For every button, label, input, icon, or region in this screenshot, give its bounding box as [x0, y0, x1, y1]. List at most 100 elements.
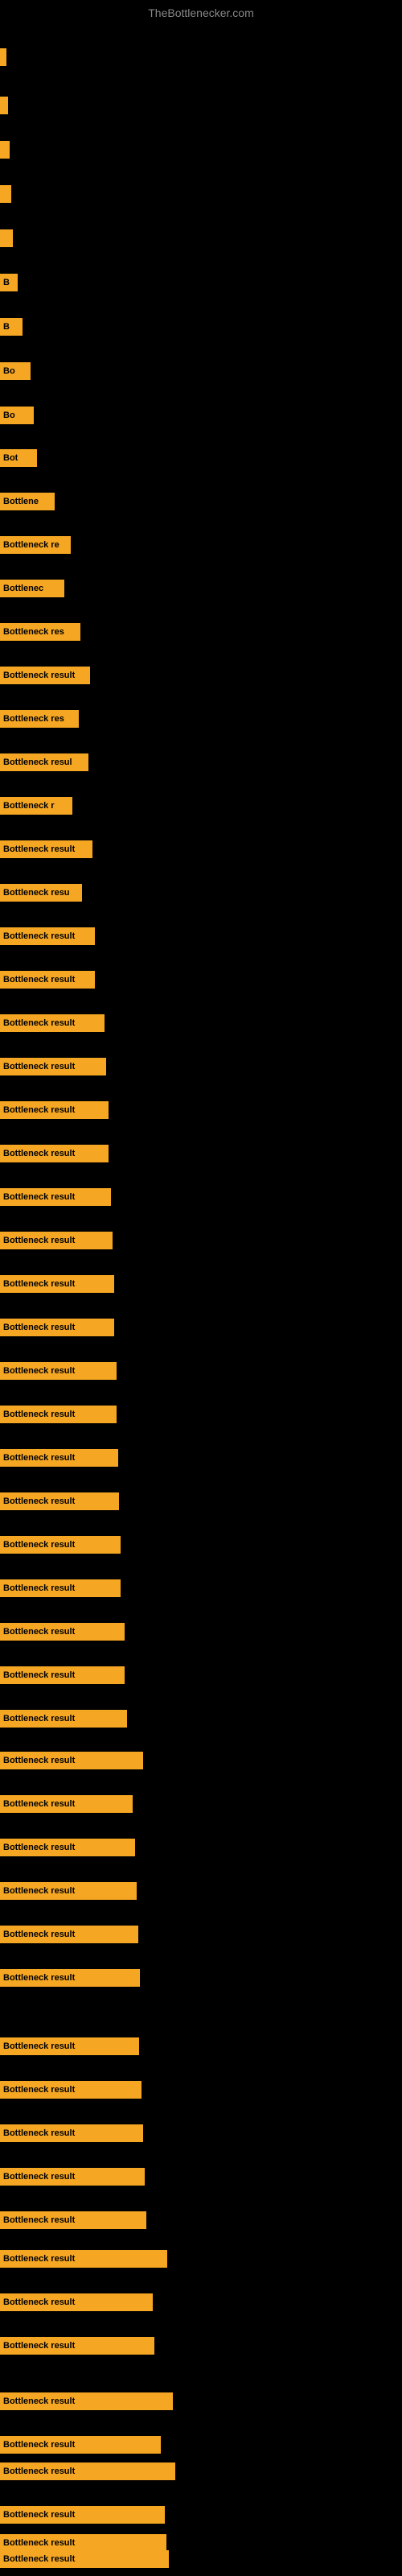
bar-label: Bottleneck result	[3, 1453, 75, 1463]
bar-label: Bottleneck result	[3, 1930, 75, 1939]
bar-label: B	[3, 278, 10, 287]
bar-item: Bottleneck result	[0, 840, 92, 858]
bar-label: Bottleneck result	[3, 2467, 75, 2476]
bar-label: Bottleneck result	[3, 1279, 75, 1289]
bar-item: Bottleneck result	[0, 1014, 105, 1032]
bar-item: Bottleneck result	[0, 1839, 135, 1856]
bar-item: Bottleneck result	[0, 1275, 114, 1293]
bar-item: Bottleneck result	[0, 2168, 145, 2186]
bar-label: Bottleneck result	[3, 1843, 75, 1852]
bar-item	[0, 229, 13, 247]
bar-item: Bottleneck result	[0, 1795, 133, 1813]
bar-item: Bottleneck result	[0, 1492, 119, 1510]
bar-label: Bottleneck result	[3, 1756, 75, 1765]
bar-item: Bottleneck resu	[0, 884, 82, 902]
bar-item: Bottleneck result	[0, 1145, 109, 1162]
bar-label: Bottleneck result	[3, 671, 75, 680]
bar-item: Bottleneck result	[0, 2392, 173, 2410]
bar-label: Bottleneck result	[3, 1062, 75, 1071]
bar-item: Bottlenec	[0, 580, 64, 597]
bar-item	[0, 97, 8, 114]
bar-item: Bottleneck result	[0, 2506, 165, 2524]
bar-item: Bottleneck res	[0, 623, 80, 641]
bar-item: Bo	[0, 362, 31, 380]
bar-item: Bottleneck result	[0, 2550, 169, 2568]
bar-label: Bottleneck result	[3, 1105, 75, 1115]
bar-label: Bottleneck result	[3, 2396, 75, 2406]
bar-label: Bottleneck result	[3, 931, 75, 941]
bar-label: Bottleneck result	[3, 1540, 75, 1550]
bar-label: Bottleneck result	[3, 1886, 75, 1896]
bar-label: Bottleneck resul	[3, 758, 72, 767]
bar-item: Bottleneck result	[0, 667, 90, 684]
bar-label: Bottleneck result	[3, 2172, 75, 2182]
bar-item: Bottleneck result	[0, 1969, 140, 1987]
bar-label: Bottleneck result	[3, 1192, 75, 1202]
bar-label: Bottleneck result	[3, 2041, 75, 2051]
bar-label: Bottleneck result	[3, 1410, 75, 1419]
bar-item: Bottleneck re	[0, 536, 71, 554]
bar-label: Bottleneck result	[3, 1627, 75, 1637]
bar-item: Bottleneck result	[0, 1319, 114, 1336]
bar-label: Bottleneck result	[3, 1366, 75, 1376]
bar-item: Bottleneck result	[0, 2037, 139, 2055]
bar-label: Bottleneck result	[3, 1714, 75, 1724]
bar-label: Bottleneck result	[3, 1583, 75, 1593]
bar-item: Bottleneck result	[0, 1188, 111, 1206]
bar-label: Bottleneck result	[3, 2341, 75, 2351]
bar-label: Bottleneck r	[3, 801, 55, 811]
bar-label: Bottleneck result	[3, 1973, 75, 1983]
bar-label: Bottleneck result	[3, 1323, 75, 1332]
bar-item: Bottleneck result	[0, 1101, 109, 1119]
bar-label: Bottleneck result	[3, 2440, 75, 2450]
bar-label: Bottleneck result	[3, 2554, 75, 2564]
bar-item: Bottleneck result	[0, 2124, 143, 2142]
bar-item: Bo	[0, 407, 34, 424]
bar-label: Bottleneck resu	[3, 888, 70, 898]
bar-item: Bot	[0, 449, 37, 467]
bar-label: Bottlenec	[3, 584, 43, 593]
bar-label: Bottleneck re	[3, 540, 59, 550]
bar-item: Bottleneck result	[0, 2211, 146, 2229]
bar-item: Bottleneck result	[0, 1710, 127, 1728]
bar-label: Bottleneck result	[3, 2538, 75, 2548]
bar-item: Bottleneck result	[0, 2081, 142, 2099]
bar-label: Bottleneck result	[3, 1670, 75, 1680]
bar-item: Bottleneck resul	[0, 753, 88, 771]
bar-item: Bottleneck result	[0, 1666, 125, 1684]
bar-label: Bottleneck res	[3, 714, 64, 724]
bar-item: Bottlene	[0, 493, 55, 510]
bar-label: Bottleneck result	[3, 2215, 75, 2225]
bar-label: Bo	[3, 411, 15, 420]
bar-item: Bottleneck result	[0, 1623, 125, 1641]
bar-item	[0, 185, 11, 203]
bar-item: Bottleneck result	[0, 1926, 138, 1943]
bar-item	[0, 48, 6, 66]
bar-item: Bottleneck result	[0, 1362, 117, 1380]
bar-item: Bottleneck result	[0, 2436, 161, 2454]
bar-label: Bottleneck result	[3, 844, 75, 854]
bar-item: B	[0, 274, 18, 291]
bar-item: Bottleneck result	[0, 927, 95, 945]
bar-label: Bottleneck result	[3, 1799, 75, 1809]
bar-item: Bottleneck result	[0, 2534, 166, 2552]
bar-item: Bottleneck result	[0, 1882, 137, 1900]
bar-label: Bottleneck result	[3, 2128, 75, 2138]
bar-label: Bottleneck result	[3, 2254, 75, 2264]
bar-item: Bottleneck result	[0, 1058, 106, 1075]
bar-item: Bottleneck result	[0, 2462, 175, 2480]
bar-item: Bottleneck result	[0, 2337, 154, 2355]
bar-label: Bo	[3, 366, 15, 376]
bar-item: Bottleneck result	[0, 2250, 167, 2268]
bar-label: Bottlene	[3, 497, 39, 506]
bar-item: B	[0, 318, 23, 336]
bar-label: Bottleneck result	[3, 2085, 75, 2095]
bar-label: B	[3, 322, 10, 332]
bar-label: Bottleneck result	[3, 1496, 75, 1506]
bar-label: Bot	[3, 453, 18, 463]
bar-label: Bottleneck res	[3, 627, 64, 637]
bar-label: Bottleneck result	[3, 2510, 75, 2520]
site-title: TheBottlenecker.com	[0, 0, 402, 26]
bar-item: Bottleneck result	[0, 1232, 113, 1249]
bar-item: Bottleneck res	[0, 710, 79, 728]
